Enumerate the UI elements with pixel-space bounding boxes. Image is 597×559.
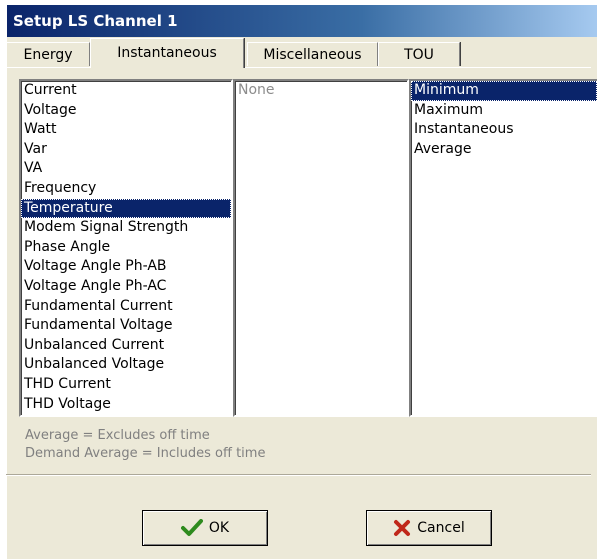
list-item[interactable]: Instantaneous — [411, 120, 597, 140]
ok-label: OK — [208, 520, 230, 536]
list-item[interactable]: Fundamental Current — [21, 297, 231, 317]
list-item[interactable]: Fundamental Voltage — [21, 316, 231, 336]
type-listbox[interactable]: Minimum Maximum Instantaneous Average — [409, 79, 597, 417]
list-item[interactable]: Var — [21, 140, 231, 160]
tab-miscellaneous[interactable]: Miscellaneous — [247, 42, 378, 66]
ok-button[interactable]: OK — [142, 510, 268, 546]
list-item[interactable]: Temperature — [21, 198, 231, 219]
divider — [6, 474, 591, 476]
tab-instantaneous[interactable]: Instantaneous — [90, 38, 244, 68]
list-item[interactable]: Maximum — [411, 101, 597, 121]
phase-listbox[interactable]: None — [233, 79, 409, 417]
list-item[interactable]: Unbalanced Voltage — [21, 355, 231, 375]
tab-energy[interactable]: Energy — [6, 42, 90, 66]
tab-tou[interactable]: TOU — [378, 42, 460, 66]
list-item[interactable]: Voltage Angle Ph-AC — [21, 277, 231, 297]
x-icon — [393, 519, 411, 537]
list-item[interactable]: THD Voltage — [21, 395, 231, 415]
dialog-title[interactable]: Setup LS Channel 1 — [7, 5, 597, 37]
cancel-button[interactable]: Cancel — [366, 510, 492, 546]
list-item[interactable]: Phase Angle — [21, 238, 231, 258]
list-item[interactable]: Voltage — [21, 101, 231, 121]
tab-strip: Energy Instantaneous Miscellaneous TOU — [6, 38, 591, 68]
demand-average-note: Demand Average = Includes off time — [25, 446, 266, 461]
checkmark-icon — [180, 519, 203, 537]
cancel-label: Cancel — [417, 520, 465, 536]
list-item[interactable]: VA — [21, 159, 231, 179]
list-item[interactable]: Frequency — [21, 179, 231, 199]
list-item[interactable]: Average — [411, 140, 597, 160]
list-item[interactable]: Minimum — [411, 81, 597, 101]
list-item[interactable]: Unbalanced Current — [21, 336, 231, 356]
list-item[interactable]: Watt — [21, 120, 231, 140]
list-item[interactable]: THD Current — [21, 375, 231, 395]
list-item[interactable]: Current — [21, 81, 231, 101]
list-item[interactable]: Modem Signal Strength — [21, 218, 231, 238]
list-item[interactable]: Voltage Angle Ph-AB — [21, 257, 231, 277]
average-note: Average = Excludes off time — [25, 428, 210, 443]
list-item[interactable]: None — [235, 81, 407, 101]
quantity-listbox[interactable]: Current Voltage Watt Var VA Frequency Temperat… — [19, 79, 233, 417]
